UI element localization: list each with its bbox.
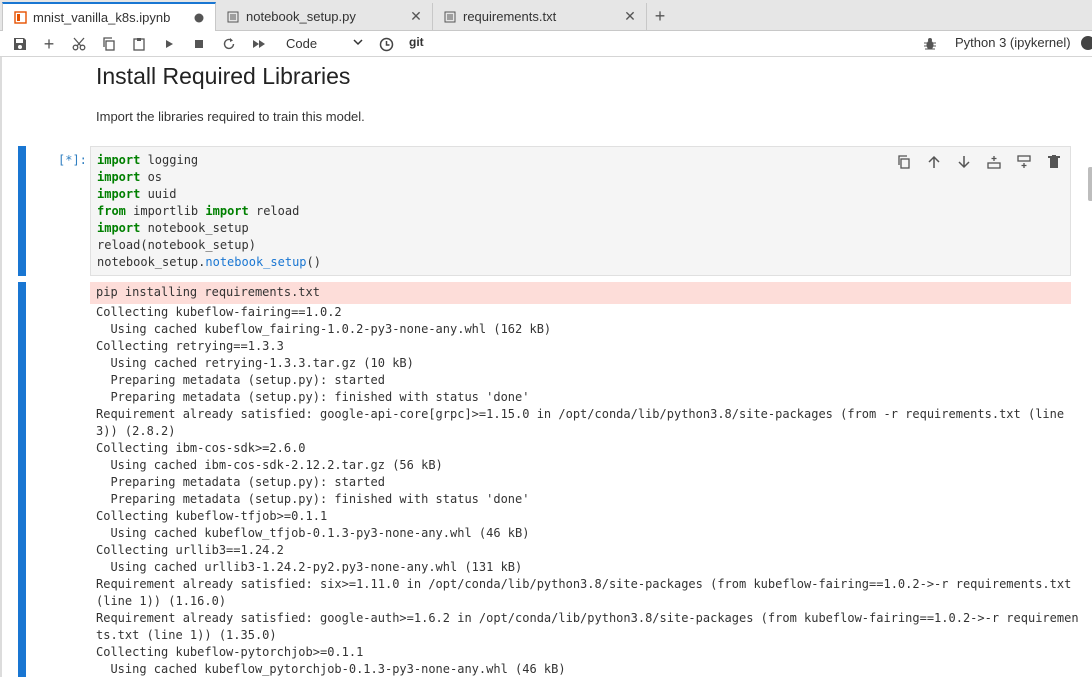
insert-above-icon[interactable] (984, 153, 1004, 171)
output-line: Using cached kubeflow_pytorchjob-0.1.3-p… (96, 662, 566, 676)
code-token: notebook_setup. (97, 255, 206, 269)
output-line: (line 1)) (1.16.0) (96, 594, 227, 608)
notebook-toolbar: + Code git Python 3 (ipykernel) (0, 31, 1092, 57)
code-line: import notebook_setup (97, 221, 249, 235)
code-token: os (140, 170, 163, 184)
code-token: uuid (140, 187, 177, 201)
output-collapse-bar[interactable] (18, 282, 26, 677)
tab-label: notebook_setup.py (246, 9, 356, 24)
output-line: Requirement already satisfied: google-au… (96, 611, 1079, 625)
output-line: Using cached kubeflow_tfjob-0.1.3-py3-no… (96, 526, 530, 540)
output-line: Collecting kubeflow-tfjob>=0.1.1 (96, 509, 328, 523)
tab-label: requirements.txt (463, 9, 557, 24)
code-line: import os (97, 170, 162, 184)
file-icon (443, 10, 457, 24)
chevron-down-icon (352, 36, 364, 51)
code-token: notebook_setup (205, 255, 307, 269)
output-line: Using cached ibm-cos-sdk-2.12.2.tar.gz (… (96, 458, 443, 472)
tab-label: mnist_vanilla_k8s.ipynb (33, 10, 171, 25)
code-token: reload(notebook_setup) (97, 238, 256, 252)
code-keyword: import (205, 204, 249, 218)
code-token: () (306, 255, 321, 269)
run-icon[interactable] (159, 34, 179, 54)
output-line: Using cached kubeflow_fairing-1.0.2-py3-… (96, 322, 552, 336)
unsaved-dot-icon[interactable] (191, 10, 207, 26)
move-up-icon[interactable] (924, 153, 944, 171)
code-line: notebook_setup.notebook_setup() (97, 255, 321, 269)
file-icon (226, 10, 240, 24)
debugger-bug-icon[interactable] (920, 34, 940, 54)
move-down-icon[interactable] (954, 153, 974, 171)
tab-requirements[interactable]: requirements.txt ✕ (433, 3, 647, 30)
code-keyword: import (97, 170, 141, 184)
copy-icon[interactable] (99, 34, 119, 54)
code-keyword: import (97, 153, 141, 167)
code-line: import uuid (97, 187, 176, 201)
paste-icon[interactable] (129, 34, 149, 54)
output-line: Collecting kubeflow-pytorchjob>=0.1.1 (96, 645, 364, 659)
tab-bar: mnist_vanilla_k8s.ipynb notebook_setup.p… (0, 0, 1092, 31)
output-line: Requirement already satisfied: six>=1.11… (96, 577, 1072, 591)
close-icon[interactable]: ✕ (408, 8, 424, 25)
stop-icon[interactable] (189, 34, 209, 54)
cell-toolbar (894, 153, 1064, 171)
code-token: reload (248, 204, 300, 218)
output-line: Using cached retrying-1.3.3.tar.gz (10 k… (96, 356, 414, 370)
code-token: notebook_setup (140, 221, 249, 235)
code-keyword: import (97, 221, 141, 235)
code-line: from importlib import reload (97, 204, 299, 218)
output-line: ts.txt (line 1)) (1.35.0) (96, 628, 277, 642)
output-line: Collecting ibm-cos-sdk>=2.6.0 (96, 441, 306, 455)
kernel-busy-icon (1081, 36, 1092, 50)
fast-forward-icon[interactable] (249, 34, 269, 54)
kernel-name[interactable]: Python 3 (ipykernel) (955, 35, 1071, 50)
insert-below-icon[interactable] (1014, 153, 1034, 171)
cell-type-select[interactable]: Code (286, 33, 366, 53)
git-button[interactable]: git (409, 35, 424, 49)
delete-cell-icon[interactable] (1044, 153, 1064, 171)
output-line: Preparing metadata (setup.py): started (96, 475, 385, 489)
output-line: Preparing metadata (setup.py): finished … (96, 390, 530, 404)
output-line: Preparing metadata (setup.py): started (96, 373, 385, 387)
stderr-output: pip installing requirements.txt (90, 282, 1071, 304)
tab-notebook-setup[interactable]: notebook_setup.py ✕ (216, 3, 433, 30)
output-line: 3)) (2.8.2) (96, 424, 176, 438)
execution-prompt: [*]: (58, 153, 87, 167)
code-token: importlib (125, 204, 206, 218)
code-token: logging (140, 153, 199, 167)
code-line: reload(notebook_setup) (97, 238, 256, 252)
stderr-text: pip installing requirements.txt (96, 285, 320, 299)
output-line: Using cached urllib3-1.24.2-py2.py3-none… (96, 560, 523, 574)
duplicate-cell-icon[interactable] (894, 153, 914, 171)
code-line: import logging (97, 153, 198, 167)
save-icon[interactable] (10, 34, 30, 54)
section-description: Import the libraries required to train t… (96, 109, 365, 124)
notebook-panel[interactable]: Install Required Libraries Import the li… (0, 57, 1092, 677)
section-heading: Install Required Libraries (96, 63, 351, 89)
code-keyword: from (97, 204, 126, 218)
code-cell-editor[interactable]: import logging import os import uuid from i… (90, 146, 1071, 276)
code-keyword: import (97, 187, 141, 201)
add-cell-icon[interactable]: + (39, 34, 59, 54)
active-cell-indicator[interactable] (18, 146, 26, 276)
output-line: Collecting retrying==1.3.3 (96, 339, 284, 353)
output-line: Preparing metadata (setup.py): finished … (96, 492, 530, 506)
clock-icon[interactable] (376, 34, 396, 54)
output-line: Collecting kubeflow-fairing==1.0.2 (96, 305, 342, 319)
close-icon[interactable]: ✕ (622, 8, 638, 25)
add-tab-button[interactable]: + (648, 5, 672, 27)
scrollbar-thumb[interactable] (1088, 167, 1092, 201)
cut-icon[interactable] (69, 34, 89, 54)
output-line: Requirement already satisfied: google-ap… (96, 407, 1065, 421)
notebook-icon (13, 11, 27, 25)
restart-icon[interactable] (219, 34, 239, 54)
tab-mnist-notebook[interactable]: mnist_vanilla_k8s.ipynb (2, 2, 216, 31)
output-line: Collecting urllib3==1.24.2 (96, 543, 284, 557)
cell-type-value: Code (286, 35, 318, 51)
